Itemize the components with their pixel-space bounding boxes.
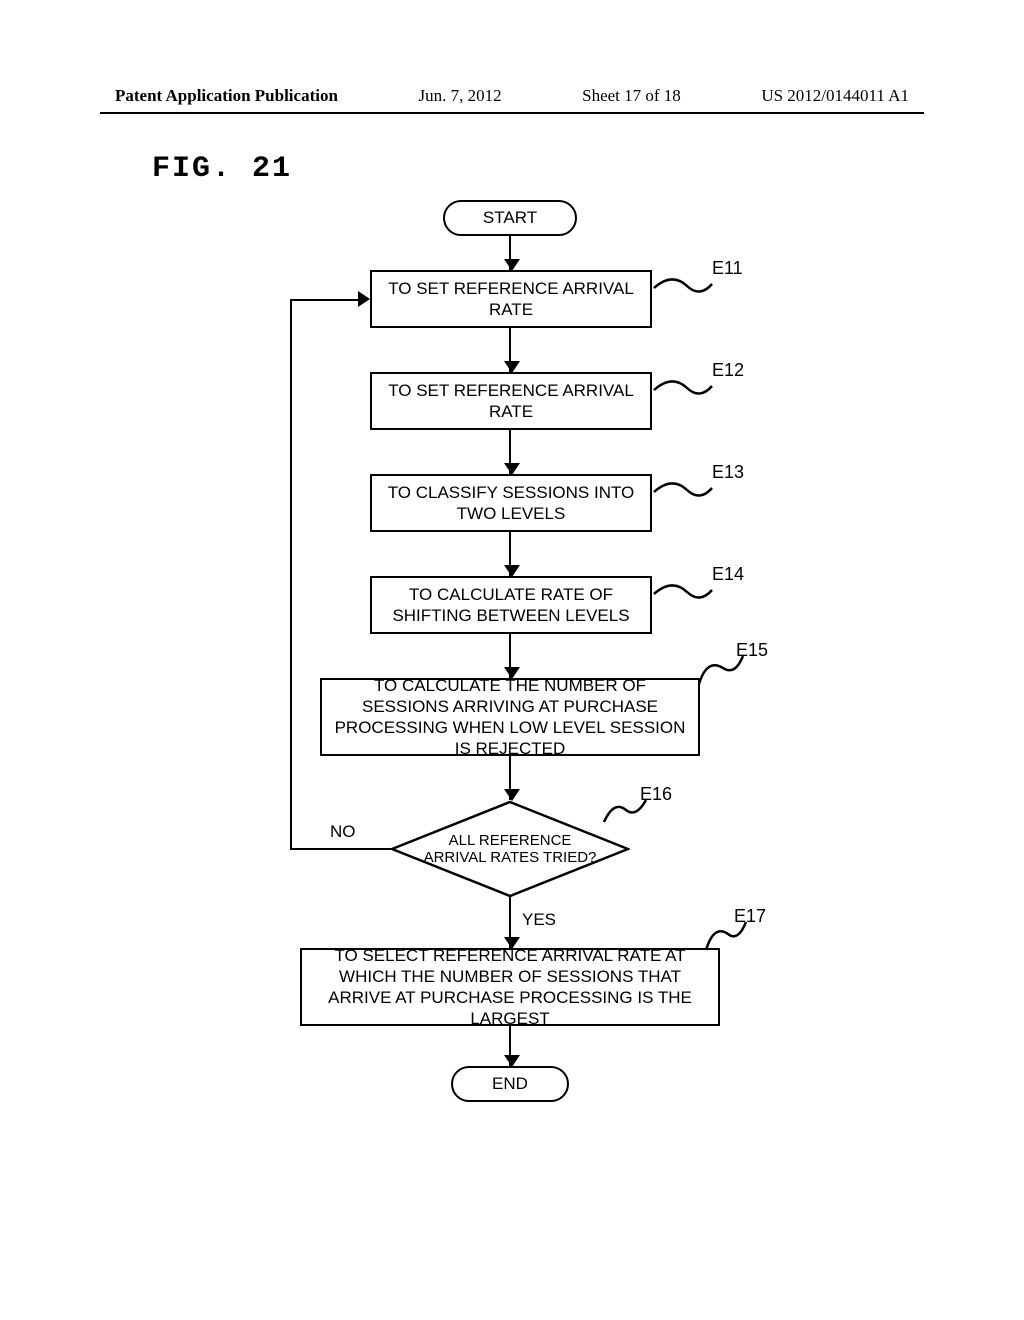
arrow	[509, 756, 511, 800]
step-label-e11: E11	[712, 258, 743, 279]
end-terminator: END	[451, 1066, 569, 1102]
step-label-e14: E14	[712, 564, 744, 585]
hook-icon	[652, 270, 714, 300]
header-rule	[100, 112, 924, 114]
start-label: START	[483, 208, 537, 228]
process-text: TO SELECT REFERENCE ARRIVAL RATE AT WHIC…	[310, 945, 710, 1030]
decision-text: ALL REFERENCE ARRIVAL RATES TRIED?	[420, 832, 600, 867]
process-e11: TO SET REFERENCE ARRIVAL RATE	[370, 270, 652, 328]
arrow	[509, 634, 511, 678]
loop-line	[290, 848, 392, 850]
patent-pub-label: Patent Application Publication	[115, 86, 338, 106]
page-header: Patent Application Publication Jun. 7, 2…	[0, 86, 1024, 106]
hook-icon	[652, 474, 714, 504]
process-e12: TO SET REFERENCE ARRIVAL RATE	[370, 372, 652, 430]
arrow-head-icon	[358, 291, 370, 307]
yes-label: YES	[522, 910, 556, 930]
process-text: TO SET REFERENCE ARRIVAL RATE	[380, 278, 642, 321]
process-text: TO SET REFERENCE ARRIVAL RATE	[380, 380, 642, 423]
process-text: TO CALCULATE THE NUMBER OF SESSIONS ARRI…	[330, 675, 690, 760]
arrow	[509, 328, 511, 372]
process-e15: TO CALCULATE THE NUMBER OF SESSIONS ARRI…	[320, 678, 700, 756]
sheet-number: Sheet 17 of 18	[582, 86, 681, 106]
arrow	[509, 532, 511, 576]
end-label: END	[492, 1074, 528, 1094]
arrow	[509, 1026, 511, 1066]
step-label-e12: E12	[712, 360, 744, 381]
process-e14: TO CALCULATE RATE OF SHIFTING BETWEEN LE…	[370, 576, 652, 634]
hook-icon	[652, 372, 714, 402]
figure-title: FIG. 21	[152, 152, 292, 186]
hook-icon	[702, 918, 748, 952]
loop-line	[290, 299, 358, 301]
pub-date: Jun. 7, 2012	[418, 86, 501, 106]
arrow	[509, 430, 511, 474]
process-text: TO CALCULATE RATE OF SHIFTING BETWEEN LE…	[380, 584, 642, 627]
decision-e16: ALL REFERENCE ARRIVAL RATES TRIED?	[390, 800, 630, 898]
hook-icon	[602, 796, 648, 826]
arrow	[509, 896, 511, 948]
start-terminator: START	[443, 200, 577, 236]
pub-number: US 2012/0144011 A1	[761, 86, 909, 106]
loop-line	[290, 299, 292, 849]
hook-icon	[695, 652, 745, 686]
step-label-e13: E13	[712, 462, 744, 483]
process-e13: TO CLASSIFY SESSIONS INTO TWO LEVELS	[370, 474, 652, 532]
hook-icon	[652, 576, 714, 606]
arrow	[509, 236, 511, 270]
process-e17: TO SELECT REFERENCE ARRIVAL RATE AT WHIC…	[300, 948, 720, 1026]
no-label: NO	[330, 822, 356, 842]
process-text: TO CLASSIFY SESSIONS INTO TWO LEVELS	[380, 482, 642, 525]
